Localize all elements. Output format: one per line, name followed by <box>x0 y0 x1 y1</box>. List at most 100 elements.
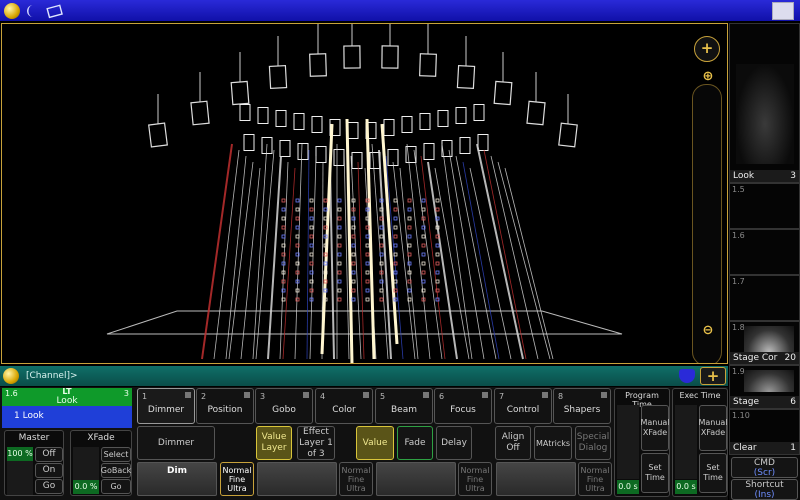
resolution-option: Ultra <box>465 483 485 493</box>
exec-slot-1-10[interactable]: 1.10 Clear 1 <box>729 409 800 455</box>
exec-top-label: Look <box>733 171 755 181</box>
manual-xfade-button[interactable]: Manual XFade <box>640 405 670 451</box>
resolution-button[interactable]: Normal Fine Ultra <box>220 462 254 496</box>
tab-gobo[interactable]: 3 Gobo <box>255 388 313 424</box>
globe-icon[interactable] <box>4 3 20 19</box>
exec-slot-1-9[interactable]: 1.9 Stage 6 <box>729 365 800 409</box>
screen-icon[interactable] <box>772 2 794 20</box>
encoder-2[interactable] <box>257 462 337 496</box>
resolution-option: Fine <box>466 474 484 484</box>
off-button[interactable]: Off <box>35 447 63 462</box>
exec-number: 1.6 <box>732 231 745 240</box>
align-button[interactable]: Align Off <box>495 426 531 460</box>
goback-button[interactable]: GoBack <box>101 463 131 478</box>
resolution-option: Ultra <box>346 483 366 493</box>
master-value: 100 % <box>7 447 33 461</box>
set-time-button[interactable]: Set Time <box>641 453 669 493</box>
globe-icon[interactable] <box>3 368 19 384</box>
exec-time-title: Exec Time <box>679 391 721 400</box>
master-title: Master <box>18 433 50 443</box>
add-icon[interactable]: + <box>700 367 726 385</box>
exec-slot-1-7[interactable]: 1.7 <box>729 275 800 321</box>
tab-number: 4 <box>320 392 326 401</box>
program-time-fader[interactable] <box>617 405 639 479</box>
exec-slot-1-5[interactable]: 1.5 <box>729 183 800 229</box>
zoom-in-icon[interactable]: ⊕ <box>695 65 721 91</box>
matricks-button[interactable]: MAtricks <box>534 426 572 460</box>
resolution-button[interactable]: Normal Fine Ultra <box>578 462 612 496</box>
encoder-3[interactable] <box>376 462 456 496</box>
manual-xfade-button[interactable]: Manual XFade <box>698 405 728 451</box>
exec-value: 6 <box>790 397 796 407</box>
xfade-fader[interactable] <box>73 447 99 480</box>
effect-layer-button[interactable]: Effect Layer 1 of 3 <box>297 426 335 460</box>
dim-encoder[interactable]: Dim <box>137 462 217 496</box>
tab-label: Gobo <box>272 405 296 415</box>
go-button[interactable]: Go <box>35 479 63 494</box>
tab-label: Beam <box>391 405 417 415</box>
exec-label: Clear <box>733 443 757 453</box>
moon-icon[interactable] <box>26 3 36 19</box>
exec-number: 1.10 <box>732 411 750 420</box>
resolution-option: Fine <box>228 474 246 484</box>
stage-3d-viewport[interactable]: + ⊕ ⊖ <box>1 23 728 364</box>
special-dialog-button[interactable]: Special Dialog <box>575 426 611 460</box>
master-panel: Master 100 % Off On Go <box>4 430 64 496</box>
resolution-option: Fine <box>347 474 365 484</box>
value-button[interactable]: Value <box>356 426 394 460</box>
resolution-option: Normal <box>460 465 490 475</box>
tab-label: Color <box>332 405 356 415</box>
tab-color[interactable]: 4 Color <box>315 388 373 424</box>
exec-slot-1-8[interactable]: 1.8 Stage Cor 20 <box>729 321 800 365</box>
set-time-button[interactable]: Set Time <box>699 453 727 493</box>
cmd-button[interactable]: CMD (Scr) <box>731 457 798 478</box>
fade-button[interactable]: Fade <box>397 426 433 460</box>
add-view-icon[interactable]: + <box>694 36 720 62</box>
title-bar <box>0 0 800 22</box>
tab-focus[interactable]: 6 Focus <box>434 388 492 424</box>
resolution-button[interactable]: Normal Fine Ultra <box>339 462 373 496</box>
exec-value: 20 <box>784 353 796 363</box>
dimmer-button[interactable]: Dimmer <box>137 426 215 460</box>
window-icon[interactable] <box>46 3 63 19</box>
encoder-4[interactable] <box>496 462 576 496</box>
go-button[interactable]: Go <box>101 479 131 494</box>
shortcut-button[interactable]: Shortcut (Ins) <box>731 479 798 500</box>
exec-time-fader[interactable] <box>675 405 697 479</box>
on-button[interactable]: On <box>35 463 63 478</box>
tab-corner <box>185 392 191 398</box>
exec-slot-1-6[interactable]: 1.6 <box>729 229 800 275</box>
exec-label: Stage Cor <box>733 353 778 363</box>
cue-list-item[interactable]: 1 Look <box>2 406 132 428</box>
tab-corner <box>482 392 488 398</box>
value-layer-button[interactable]: Value Layer <box>256 426 292 460</box>
tab-dimmer[interactable]: 1 Dimmer <box>137 388 195 424</box>
program-time-value: 0.0 s <box>617 480 639 494</box>
tab-control[interactable]: 7 Control <box>494 388 552 424</box>
command-line[interactable]: [Channel]> + <box>0 366 728 386</box>
tab-corner <box>542 392 548 398</box>
program-time-panel: Program Time 0.0 s Manual XFade Set Time <box>614 388 670 497</box>
tab-number: 5 <box>380 392 386 401</box>
command-prompt: [Channel]> <box>26 371 78 381</box>
exec-slot-top[interactable]: Look 3 <box>729 23 800 183</box>
tab-corner <box>423 392 429 398</box>
xfade-value: 0.0 % <box>73 480 99 494</box>
tab-position[interactable]: 2 Position <box>196 388 254 424</box>
exec-value: 1 <box>790 443 796 453</box>
stage-render <box>106 24 623 363</box>
exec-preview <box>744 370 794 392</box>
right-executor-column: Look 3 1.5 1.6 1.7 1.8 Stage Cor 20 1.9 St… <box>729 23 800 500</box>
heart-icon[interactable] <box>679 369 695 383</box>
zoom-out-icon[interactable]: ⊖ <box>695 319 721 345</box>
xfade-title: XFade <box>87 433 115 443</box>
tab-label: Position <box>207 405 243 415</box>
exec-number: 1.7 <box>732 277 745 286</box>
tab-beam[interactable]: 5 Beam <box>375 388 433 424</box>
master-fader[interactable] <box>7 461 33 495</box>
delay-button[interactable]: Delay <box>436 426 472 460</box>
select-button[interactable]: Select <box>101 447 131 462</box>
resolution-button[interactable]: Normal Fine Ultra <box>458 462 492 496</box>
tab-shapers[interactable]: 8 Shapers <box>553 388 611 424</box>
exec-time-panel: Exec Time 0.0 s Manual XFade Set Time <box>672 388 728 497</box>
